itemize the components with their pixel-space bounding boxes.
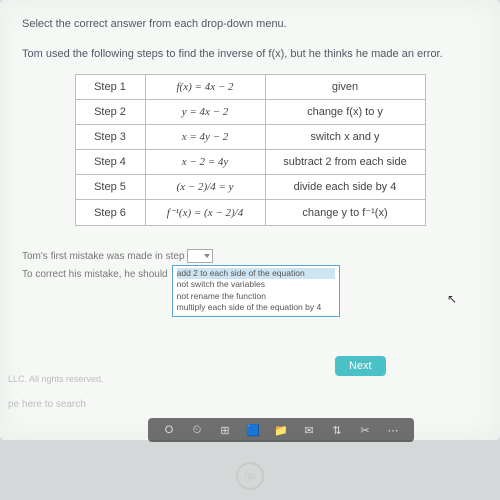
instruction-text: Select the correct answer from each drop…	[22, 18, 478, 30]
steps-table: Step 1f(x) = 4x − 2given Step 2y = 4x − …	[75, 74, 426, 226]
table-row: Step 6f⁻¹(x) = (x − 2)/4change y to f⁻¹(…	[75, 200, 425, 226]
hp-logo: hp	[236, 462, 264, 490]
dropdown-option[interactable]: not switch the variables	[177, 279, 335, 290]
start-icon[interactable]: ⊞	[218, 423, 232, 437]
copyright-text: LLC. All rights reserved.	[8, 374, 104, 384]
answer-line2: To correct his mistake, he should	[22, 266, 168, 284]
taskbar: O ⏲ ⊞ 🟦 📁 ✉ ⇅ ✂ ⋯	[148, 418, 414, 442]
more-icon[interactable]: ⋯	[386, 423, 400, 437]
snip-icon[interactable]: ✂	[358, 423, 372, 437]
dropdown-option[interactable]: multiply each side of the equation by 4	[177, 302, 335, 313]
answer-line1: Tom's first mistake was made in step	[22, 251, 185, 262]
dropdown-option[interactable]: add 2 to each side of the equation	[177, 268, 335, 279]
prompt-text: Tom used the following steps to find the…	[22, 48, 478, 60]
table-row: Step 4x − 2 = 4ysubtract 2 from each sid…	[75, 150, 425, 175]
table-row: Step 5(x − 2)/4 = ydivide each side by 4	[75, 175, 425, 200]
correction-dropdown[interactable]: add 2 to each side of the equation not s…	[172, 265, 340, 317]
cortana-icon[interactable]: O	[162, 423, 176, 437]
table-row: Step 1f(x) = 4x − 2given	[75, 75, 425, 100]
app-icon[interactable]: 🟦	[246, 423, 260, 437]
taskview-icon[interactable]: ⏲	[190, 423, 204, 437]
search-hint[interactable]: pe here to search	[8, 399, 86, 410]
step-dropdown[interactable]	[187, 249, 213, 263]
cursor-icon: ↖	[447, 292, 457, 306]
next-button[interactable]: Next	[335, 356, 386, 376]
dropdown-option[interactable]: not rename the function	[177, 291, 335, 302]
table-row: Step 3x = 4y − 2switch x and y	[75, 125, 425, 150]
explorer-icon[interactable]: 📁	[274, 423, 288, 437]
table-row: Step 2y = 4x − 2change f(x) to y	[75, 100, 425, 125]
dropbox-icon[interactable]: ⇅	[330, 423, 344, 437]
mail-icon[interactable]: ✉	[302, 423, 316, 437]
